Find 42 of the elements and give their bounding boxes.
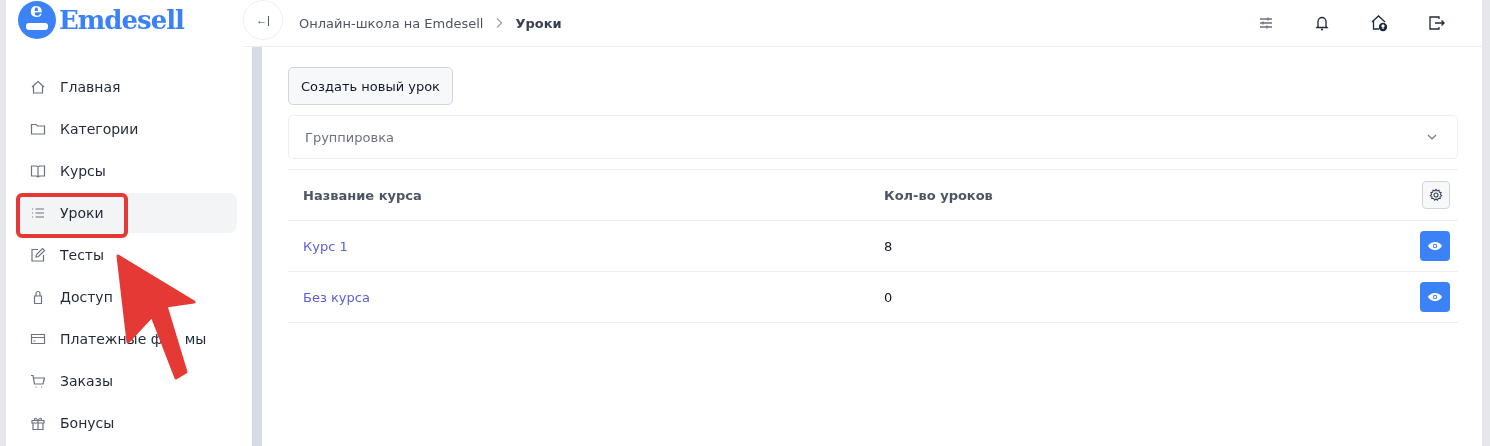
settings-button[interactable] — [1422, 181, 1450, 209]
sidebar-item[interactable]: Бонусы — [16, 403, 237, 443]
sidebar-item[interactable]: Тесты — [16, 235, 237, 275]
eye-icon — [1427, 240, 1443, 252]
home-upload-icon[interactable] — [1370, 14, 1388, 32]
edit-icon — [30, 247, 46, 263]
view-button[interactable] — [1420, 282, 1450, 312]
table-cell-text: 0 — [884, 289, 894, 305]
eye-icon — [1427, 291, 1443, 303]
gear-icon — [1429, 188, 1443, 202]
view-button[interactable] — [1420, 231, 1450, 261]
logout-icon[interactable] — [1428, 15, 1446, 31]
course-link[interactable]: Курс 1 — [288, 238, 884, 254]
breadcrumb-item: Уроки — [515, 15, 562, 31]
gift-icon — [30, 415, 46, 431]
sidebar-item[interactable]: Доступ — [16, 277, 237, 317]
folder-icon — [30, 121, 46, 137]
table-cell-text: 8 — [884, 238, 894, 254]
create-lesson-button[interactable]: Создать новый урок — [288, 67, 453, 105]
breadcrumb-item[interactable]: Онлайн-школа на Emdesell — [299, 15, 484, 31]
column-header: Название курса — [302, 187, 423, 203]
sidebar-item[interactable]: Категории — [16, 109, 237, 149]
scrollbar[interactable] — [252, 46, 262, 446]
logo-letter: e — [30, 0, 43, 22]
cart-icon — [30, 373, 46, 389]
bell-icon[interactable] — [1314, 15, 1330, 31]
sliders-icon[interactable] — [1258, 15, 1274, 31]
collapse-sidebar-button[interactable]: ←| — [243, 0, 283, 40]
sidebar-item[interactable]: Главная — [16, 67, 237, 107]
grouping-select[interactable]: Группировка — [288, 115, 1458, 159]
chevron-down-icon — [1427, 134, 1437, 140]
sidebar-item[interactable]: Заказы — [16, 361, 237, 401]
card-icon — [30, 331, 46, 347]
home-icon — [30, 79, 46, 95]
course-link[interactable]: Без курса — [288, 289, 884, 305]
book-icon — [30, 163, 46, 179]
logo-text: Emdesell — [59, 5, 184, 35]
scrollbar[interactable] — [1482, 0, 1490, 446]
list-icon — [30, 205, 46, 221]
column-header: Кол-во уроков — [884, 187, 994, 203]
sidebar-item[interactable]: Курсы — [16, 151, 237, 191]
chevron-right-icon — [495, 17, 504, 29]
